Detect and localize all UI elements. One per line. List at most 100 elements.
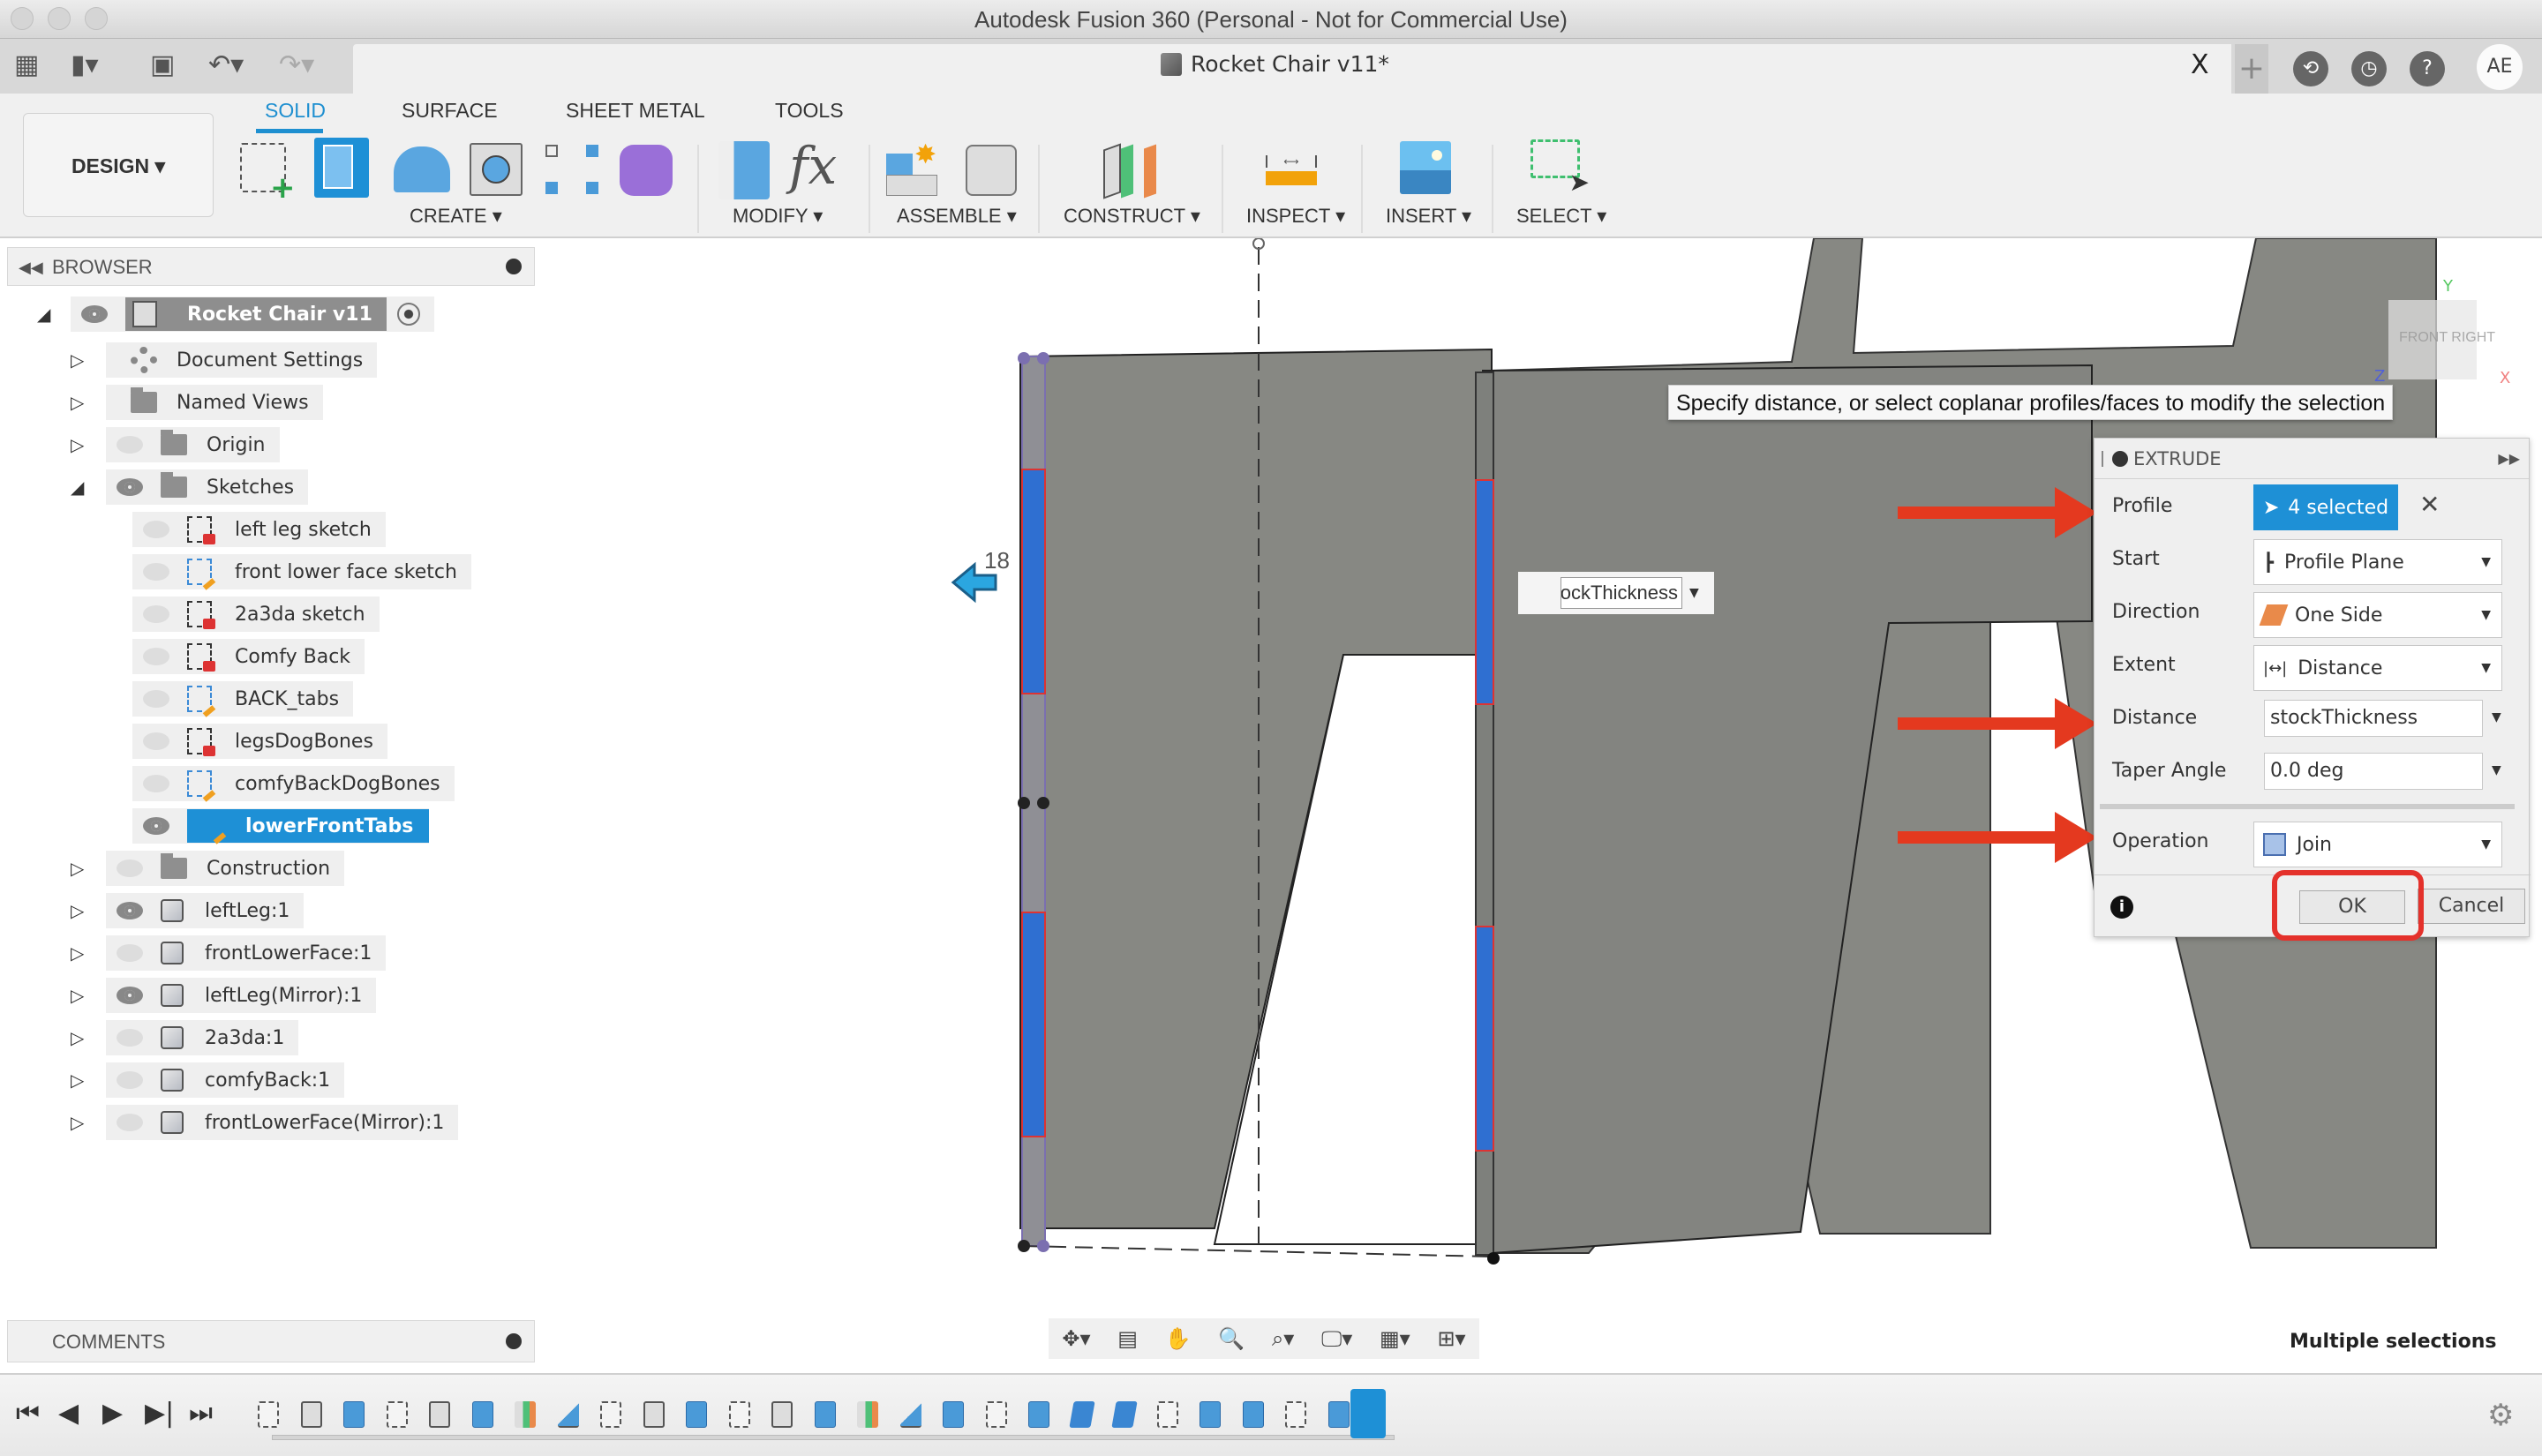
insert-image-icon[interactable] <box>1400 141 1451 194</box>
timeline-feature-extrude[interactable] <box>1200 1401 1221 1428</box>
data-panel-grid-icon[interactable]: ▦ <box>14 49 39 80</box>
minimize-window-button[interactable] <box>48 7 71 30</box>
browser-item[interactable]: legsDogBones <box>132 724 387 759</box>
expand-triangle-icon[interactable]: ◢ <box>37 304 55 325</box>
timeline-track[interactable] <box>272 1435 1395 1440</box>
browser-item-body[interactable]: Comfy Back <box>132 639 365 674</box>
browser-item[interactable]: ▷ Construction <box>71 851 345 886</box>
collapse-browser-icon[interactable]: ◀◀ <box>19 248 43 287</box>
expand-triangle-icon[interactable]: ▷ <box>71 1069 88 1091</box>
browser-item[interactable]: ▷ Named Views <box>71 385 323 420</box>
hole-icon[interactable] <box>470 143 523 196</box>
help-icon[interactable]: ? <box>2410 51 2445 86</box>
timeline-last-button[interactable]: ⏭ <box>189 1398 213 1429</box>
browser-pin-icon[interactable] <box>506 259 522 274</box>
visibility-eye-icon[interactable] <box>141 690 171 708</box>
browser-item[interactable]: ▷ 2a3da:1 <box>71 1020 299 1055</box>
visibility-eye-icon[interactable] <box>115 436 145 454</box>
create-form-icon[interactable] <box>620 145 673 196</box>
browser-item-body[interactable]: legsDogBones <box>132 724 387 759</box>
browser-item-body[interactable]: front lower face sketch <box>132 554 471 589</box>
timeline-feature-extrude[interactable] <box>343 1401 365 1428</box>
direction-select[interactable]: One Side ▼ <box>2253 592 2502 638</box>
visibility-eye-icon[interactable] <box>115 944 145 962</box>
extrude-icon[interactable] <box>314 138 369 198</box>
display-settings-icon[interactable]: 🖵▾ <box>1321 1326 1352 1351</box>
browser-item-body[interactable]: Named Views <box>106 385 323 420</box>
browser-item-body[interactable]: Origin <box>106 427 280 462</box>
add-comment-icon[interactable] <box>506 1333 522 1349</box>
zoom-icon[interactable]: 🔍 <box>1218 1326 1245 1351</box>
new-component-icon[interactable]: ✸ <box>886 139 939 196</box>
inline-distance-field[interactable]: stockThickness <box>1561 577 1682 609</box>
construct-menu[interactable]: CONSTRUCT ▾ <box>1064 205 1200 228</box>
close-tab-button[interactable]: X <box>2191 49 2209 80</box>
user-avatar[interactable]: AE <box>2477 44 2523 90</box>
timeline-feature-body[interactable] <box>429 1401 450 1428</box>
timeline-feature-plane[interactable] <box>857 1401 878 1428</box>
visibility-eye-icon[interactable] <box>141 605 171 623</box>
visibility-eye-icon[interactable] <box>115 1071 145 1089</box>
clear-selection-button[interactable]: ✕ <box>2419 490 2440 519</box>
timeline-feature-mirror[interactable] <box>899 1401 921 1428</box>
browser-item[interactable]: 2a3da sketch <box>132 597 380 632</box>
browser-item-body[interactable]: leftLeg(Mirror):1 <box>106 978 377 1013</box>
tab-tools[interactable]: TOOLS <box>775 99 844 123</box>
browser-item-body[interactable]: comfyBackDogBones <box>132 766 455 801</box>
visibility-eye-icon[interactable] <box>141 521 171 538</box>
visibility-eye-icon[interactable] <box>115 902 145 919</box>
browser-item[interactable]: ▷ leftLeg(Mirror):1 <box>71 978 377 1013</box>
browser-item-body[interactable]: Sketches <box>106 469 309 505</box>
browser-item[interactable]: ▷ frontLowerFace(Mirror):1 <box>71 1105 459 1140</box>
visibility-eye-icon[interactable] <box>115 478 145 496</box>
timeline-feature-extrude[interactable] <box>1242 1401 1264 1428</box>
browser-item-body[interactable]: Construction <box>106 851 345 886</box>
viewports-icon[interactable]: ⊞▾ <box>1437 1326 1465 1351</box>
save-icon[interactable]: ▣ <box>150 49 175 80</box>
collapse-triangle-icon[interactable]: ◢ <box>71 477 88 498</box>
start-select[interactable]: ┣ Profile Plane ▼ <box>2253 539 2502 585</box>
timeline-next-button[interactable]: ▶| <box>145 1398 174 1429</box>
timeline-feature-mirror[interactable] <box>557 1401 579 1428</box>
dialog-drag-handle[interactable] <box>2102 451 2105 467</box>
cancel-button[interactable]: Cancel <box>2418 889 2525 924</box>
timeline-previous-button[interactable]: ◀ <box>58 1398 79 1429</box>
timeline-feature-plane[interactable] <box>515 1401 536 1428</box>
close-window-button[interactable] <box>11 7 34 30</box>
visibility-eye-icon[interactable] <box>115 987 145 1004</box>
file-menu-icon[interactable]: ▮▾ <box>71 49 99 80</box>
comments-header[interactable]: COMMENTS <box>7 1320 535 1362</box>
timeline-feature-sketch[interactable] <box>985 1401 1007 1428</box>
assemble-menu[interactable]: ASSEMBLE ▾ <box>897 205 1017 228</box>
browser-item-body[interactable]: 2a3da sketch <box>132 597 380 632</box>
extensions-icon[interactable]: ⟲ <box>2293 51 2328 86</box>
visibility-eye-icon[interactable] <box>115 1029 145 1047</box>
expand-triangle-icon[interactable]: ▷ <box>71 942 88 964</box>
timeline-feature-extrude[interactable] <box>471 1401 493 1428</box>
browser-item[interactable]: lowerFrontTabs <box>132 808 430 844</box>
timeline-feature-sketch[interactable] <box>258 1401 279 1428</box>
timeline-feature-sketch[interactable] <box>600 1401 621 1428</box>
extent-select[interactable]: |↔| Distance ▼ <box>2253 645 2502 691</box>
timeline-feature-combine[interactable] <box>1068 1401 1095 1428</box>
profile-selection-button[interactable]: ➤ 4 selected <box>2253 484 2398 530</box>
taper-angle-input[interactable]: 0.0 deg <box>2264 753 2483 790</box>
browser-item[interactable]: ◢ Sketches <box>71 469 309 505</box>
revolve-icon[interactable] <box>394 146 450 192</box>
timeline-feature-extrude[interactable] <box>1028 1401 1049 1428</box>
browser-item[interactable]: ▷ Origin <box>71 427 280 462</box>
visibility-eye-icon[interactable] <box>141 563 171 581</box>
extrude-dialog-header[interactable]: EXTRUDE ▶▶ <box>2095 439 2529 479</box>
timeline-feature-body[interactable] <box>300 1401 322 1428</box>
fit-icon[interactable]: ⌕▾ <box>1272 1326 1295 1351</box>
taper-angle-dropdown-icon[interactable]: ▼ <box>2492 763 2501 777</box>
timeline-play-button[interactable]: ▶ <box>102 1398 123 1429</box>
visibility-eye-icon[interactable] <box>79 305 109 323</box>
browser-item-body[interactable]: 2a3da:1 <box>106 1020 299 1055</box>
press-pull-icon[interactable] <box>718 141 770 199</box>
browser-item[interactable]: ▷ Document Settings <box>71 342 378 378</box>
visibility-eye-icon[interactable] <box>141 817 171 835</box>
offset-plane-icon[interactable] <box>1103 141 1162 199</box>
browser-item-body[interactable]: Document Settings <box>106 342 378 378</box>
distance-dropdown-icon[interactable]: ▼ <box>2492 710 2501 724</box>
